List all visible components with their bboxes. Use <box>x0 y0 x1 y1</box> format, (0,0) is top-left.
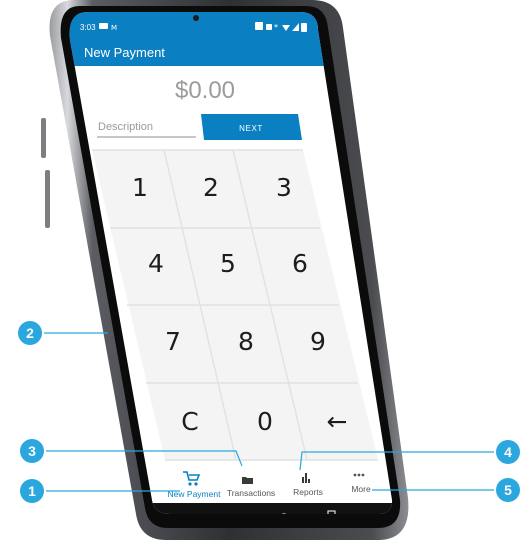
description-field[interactable]: Description <box>98 121 153 133</box>
svg-text:5: 5 <box>504 482 512 498</box>
nav-label: Transactions <box>227 488 275 498</box>
nav-label: More <box>351 484 371 494</box>
gmail-icon: M <box>111 24 117 32</box>
svg-text:2: 2 <box>26 325 34 341</box>
key-clear[interactable]: C <box>181 407 198 436</box>
page-title: New Payment <box>84 45 165 60</box>
svg-text:4: 4 <box>504 444 512 460</box>
amount-display: $0.00 <box>175 77 235 104</box>
camera-dot <box>193 15 199 21</box>
status-time: 3:03 <box>80 23 96 32</box>
key-7[interactable]: 7 <box>165 327 181 356</box>
more-dots-icon <box>353 473 365 477</box>
svg-text:3: 3 <box>28 443 36 459</box>
folder-icon <box>242 477 253 484</box>
key-0[interactable]: 0 <box>257 407 273 436</box>
key-6[interactable]: 6 <box>292 249 308 278</box>
key-2[interactable]: 2 <box>203 173 219 202</box>
side-button <box>45 170 50 228</box>
battery-icon <box>301 23 307 32</box>
key-1[interactable]: 1 <box>132 173 148 202</box>
svg-text:1: 1 <box>28 483 36 499</box>
illustration-stage: 3:03 M * New Payment $0.00 Description N… <box>0 0 525 550</box>
next-button-label: NEXT <box>239 124 263 133</box>
key-8[interactable]: 8 <box>238 327 254 356</box>
notification-icon <box>99 23 108 29</box>
callout-2: 2 <box>18 321 108 345</box>
svg-text:*: * <box>274 23 278 32</box>
key-9[interactable]: 9 <box>310 327 326 356</box>
key-5[interactable]: 5 <box>220 249 236 278</box>
key-4[interactable]: 4 <box>148 249 164 278</box>
nav-label: Reports <box>293 487 323 497</box>
phone-illustration: 3:03 M * New Payment $0.00 Description N… <box>18 0 520 540</box>
key-backspace[interactable]: ← <box>327 407 348 436</box>
key-3[interactable]: 3 <box>276 173 292 202</box>
side-button <box>41 118 46 158</box>
